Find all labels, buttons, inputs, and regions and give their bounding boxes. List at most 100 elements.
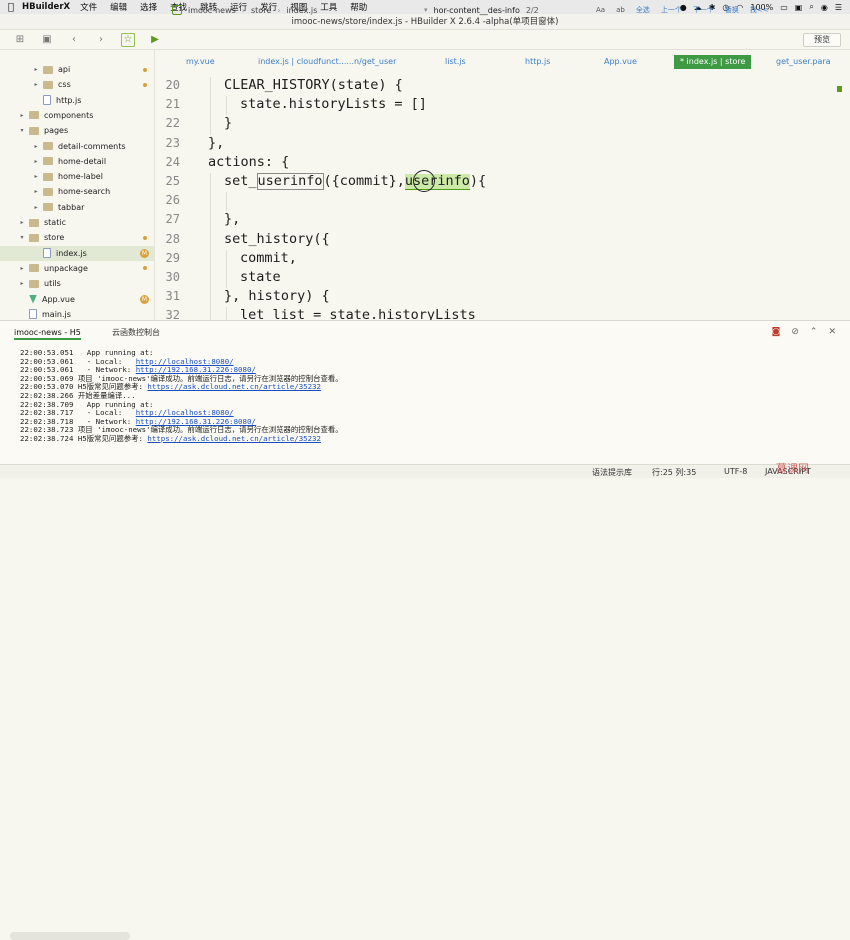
chevron-right-icon[interactable]: ▸ xyxy=(18,265,26,272)
sidebar-item-css[interactable]: ▸ css xyxy=(0,77,154,92)
sidebar-item-static[interactable]: ▸ static xyxy=(0,215,154,230)
editor-tab[interactable]: my.vue xyxy=(186,55,215,69)
sidebar-item-http-js[interactable]: http.js xyxy=(0,93,154,108)
battery-icon[interactable]: ▭ xyxy=(780,3,788,12)
chevron-right-icon[interactable]: ▸ xyxy=(32,204,40,211)
find-collapse-button[interactable]: 找<< xyxy=(750,5,769,15)
console-output[interactable]: 22:00:53.051 App running at: 22:00:53.061… xyxy=(20,348,840,465)
chevron-right-icon[interactable]: ▸ xyxy=(18,219,26,226)
back-icon[interactable]: ‹ xyxy=(67,33,81,47)
sidebar-item-pages[interactable]: ▾ pages xyxy=(0,123,154,138)
spotlight-icon[interactable]: ⌕ xyxy=(809,2,813,12)
search-input[interactable]: hor-content__des-info xyxy=(434,6,520,15)
cursor-position[interactable]: 行:25 列:35 xyxy=(652,467,696,478)
clear-icon[interactable]: ⊘ xyxy=(791,327,799,337)
chevron-right-icon[interactable]: ▸ xyxy=(32,173,40,180)
chevron-right-icon[interactable]: ▸ xyxy=(32,66,40,73)
editor-tab[interactable]: index.js | cloudfunct......n/get_user xyxy=(258,55,396,69)
find-next-button[interactable]: 下一个 xyxy=(693,5,714,15)
find-tools: Aa ab 全选 上一个 下一个 替换 找<< xyxy=(596,3,769,17)
code-line[interactable]: CLEAR_HISTORY(state) { xyxy=(224,77,403,93)
code-line[interactable]: commit, xyxy=(240,250,297,266)
code-line[interactable]: actions: { xyxy=(208,154,289,170)
code-line[interactable]: set_history({ xyxy=(224,231,330,247)
sidebar-item-detail-comments[interactable]: ▸ detail-comments xyxy=(0,139,154,154)
sidebar-item-utils[interactable]: ▸ utils xyxy=(0,276,154,291)
chevron-down-icon[interactable]: ▾ xyxy=(18,127,26,134)
editor-tab[interactable]: http.js xyxy=(525,55,550,69)
match-case-toggle[interactable]: Aa xyxy=(596,6,605,14)
editor-tab[interactable]: App.vue xyxy=(604,55,637,69)
select-all-button[interactable]: 全选 xyxy=(636,5,650,15)
encoding-status[interactable]: UTF-8 xyxy=(724,467,747,476)
input-method-icon[interactable]: ▣ xyxy=(795,3,803,12)
line-number: 20 xyxy=(165,78,180,92)
search-history-icon[interactable]: ▾ xyxy=(424,6,428,14)
tab-cloud-console[interactable]: 云函数控制台 xyxy=(112,326,160,340)
chevron-right-icon[interactable]: ▸ xyxy=(32,158,40,165)
preview-button[interactable]: 预览 xyxy=(803,33,841,47)
code-line[interactable]: }, history) { xyxy=(224,288,330,304)
replace-button[interactable]: 替换 xyxy=(725,5,739,15)
app-menu[interactable]: HBuilderX xyxy=(22,2,70,12)
menu-edit[interactable]: 编辑 xyxy=(110,1,127,13)
syntax-hint-status[interactable]: 语法提示库 xyxy=(592,467,632,478)
console-link[interactable]: https://ask.dcloud.net.cn/article/35232 xyxy=(147,382,321,392)
find-bar[interactable]: ▾ hor-content__des-info 2/2 xyxy=(424,3,574,17)
siri-icon[interactable]: ◉ xyxy=(821,3,828,12)
sidebar-item-store[interactable]: ▾ store xyxy=(0,230,154,245)
stop-icon[interactable]: ◙ xyxy=(772,327,781,337)
sidebar-item-app-vue[interactable]: App.vue M xyxy=(0,292,154,307)
sidebar-item-home-label[interactable]: ▸ home-label xyxy=(0,169,154,184)
new-file-icon[interactable]: ⊞ xyxy=(13,33,27,47)
editor-tab[interactable]: get_user.para xyxy=(776,55,831,69)
code-line[interactable]: }, xyxy=(208,135,224,151)
find-previous-button[interactable]: 上一个 xyxy=(661,5,682,15)
code-line[interactable]: let list = state.historyLists xyxy=(240,307,476,320)
sidebar-item-home-search[interactable]: ▸ home-search xyxy=(0,184,154,199)
favorite-icon[interactable]: ☆ xyxy=(121,32,135,47)
code-editor[interactable]: 20 CLEAR_HISTORY(state) {21 state.historyL… xyxy=(156,72,850,320)
breadcrumb-folder[interactable]: store xyxy=(251,6,271,15)
line-number: 22 xyxy=(165,116,180,131)
code-line[interactable]: }, xyxy=(224,211,240,227)
apple-icon[interactable]:  xyxy=(0,2,22,13)
code-line[interactable]: state xyxy=(240,269,281,285)
editor-tabs: my.vue index.js | cloudfunct......n/get_u… xyxy=(156,55,850,69)
save-icon[interactable]: ▣ xyxy=(40,33,54,47)
chevron-right-icon[interactable]: ▸ xyxy=(32,188,40,195)
chevron-right-icon[interactable]: ▸ xyxy=(18,280,26,287)
menu-file[interactable]: 文件 xyxy=(80,1,97,13)
sidebar-item-api[interactable]: ▸ api xyxy=(0,62,154,77)
editor-tab[interactable]: list.js xyxy=(445,55,466,69)
breadcrumb-project[interactable]: imooc-news xyxy=(188,6,236,15)
editor-tab[interactable]: * index.js | store xyxy=(674,55,752,69)
menu-tools[interactable]: 工具 xyxy=(320,1,337,13)
sidebar-item-home-detail[interactable]: ▸ home-detail xyxy=(0,154,154,169)
line-number: 28 xyxy=(165,231,180,246)
sidebar-item-unpackage[interactable]: ▸ unpackage xyxy=(0,261,154,276)
breadcrumb-file[interactable]: index.js xyxy=(286,6,317,15)
chevron-right-icon[interactable]: ▸ xyxy=(18,112,26,119)
chevron-right-icon[interactable]: ▸ xyxy=(32,81,40,88)
maximize-icon[interactable]: ⌃ xyxy=(810,327,818,337)
console-link[interactable]: https://ask.dcloud.net.cn/article/35232 xyxy=(147,434,321,443)
sidebar-item-components[interactable]: ▸ components xyxy=(0,108,154,123)
code-line[interactable]: set_userinfo({commit},userinfo){ xyxy=(224,173,486,190)
forward-icon[interactable]: › xyxy=(94,33,108,47)
run-icon[interactable]: ▶ xyxy=(148,33,162,47)
tab-h5-console[interactable]: imooc-news - H5 xyxy=(14,326,81,340)
chevron-right-icon[interactable]: ▸ xyxy=(32,143,40,150)
code-line[interactable]: } xyxy=(224,115,232,131)
code-line[interactable]: state.historyLists = [] xyxy=(240,96,427,112)
account-area[interactable] xyxy=(10,932,130,940)
chevron-down-icon[interactable]: ▾ xyxy=(18,234,26,241)
close-icon[interactable]: ✕ xyxy=(828,327,836,337)
menu-help[interactable]: 帮助 xyxy=(350,1,367,13)
notification-icon[interactable]: ☰ xyxy=(835,3,842,12)
sidebar-item-tabbar[interactable]: ▸ tabbar xyxy=(0,200,154,215)
menu-select[interactable]: 选择 xyxy=(140,1,157,13)
sidebar-item-index-js[interactable]: index.js M xyxy=(0,245,154,261)
whole-word-toggle[interactable]: ab xyxy=(616,6,625,14)
sidebar-item-main-js[interactable]: main.js xyxy=(0,307,154,320)
